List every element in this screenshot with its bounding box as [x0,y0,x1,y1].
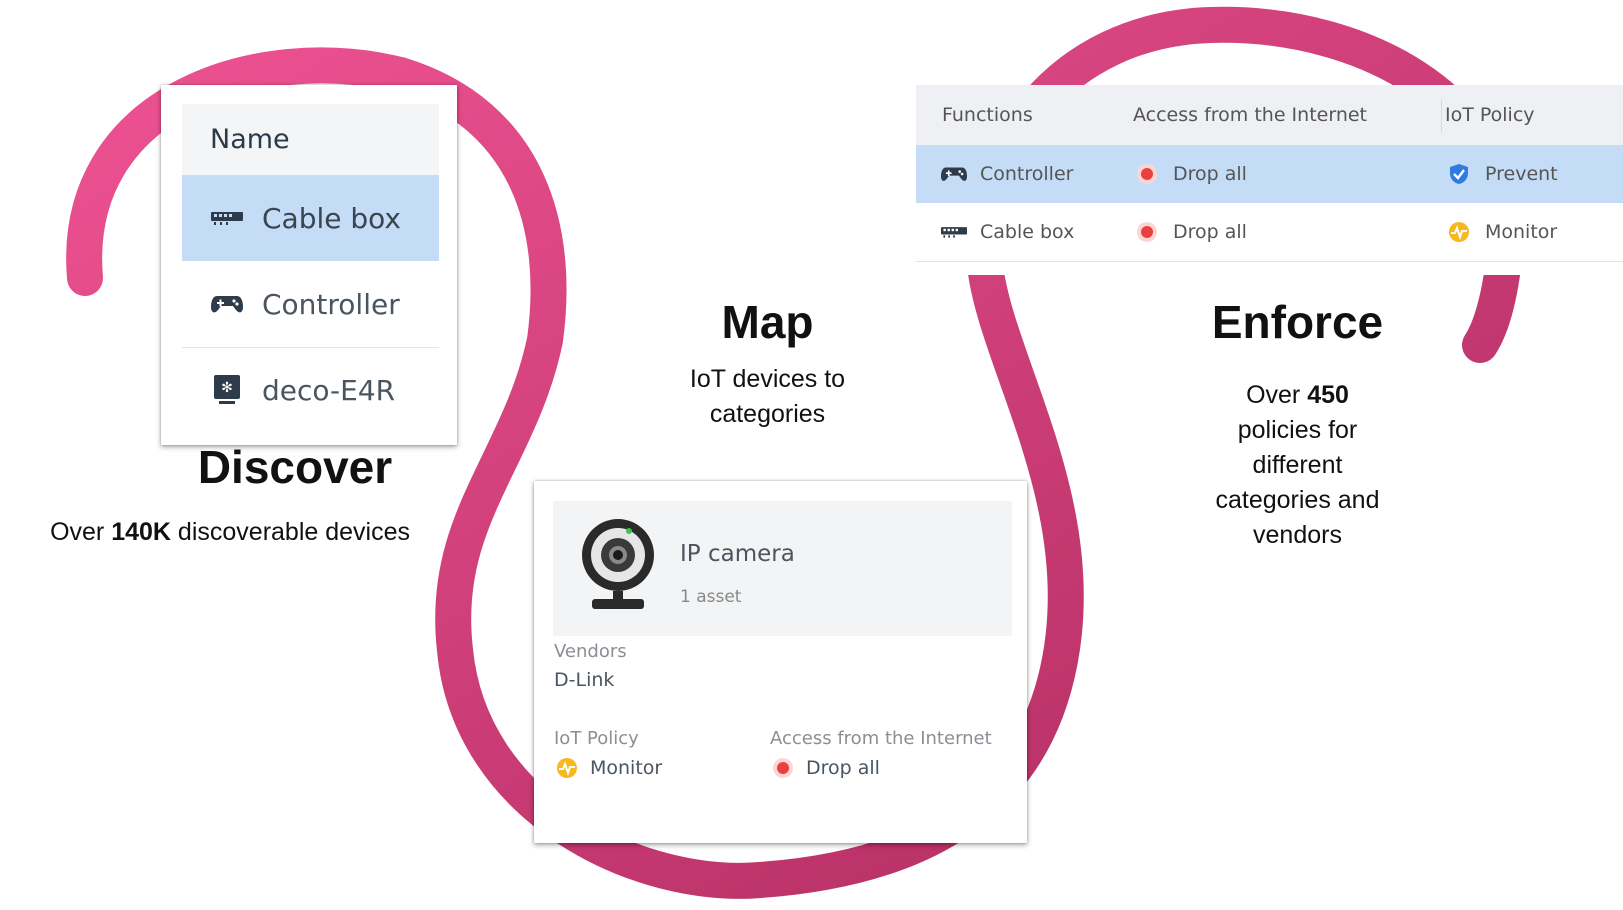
discover-heading: Discover [197,441,393,493]
device-label: deco-E4R [262,373,396,407]
discover-description: Over 140K discoverable devices [50,518,410,546]
asset-count: 1 asset [680,587,742,607]
shield-check-icon [1445,163,1473,185]
pulse-icon [1445,221,1473,243]
table-row[interactable]: Controller Drop all Prevent [916,145,1623,203]
enforce-policy-table: Functions Access from the Internet IoT P… [912,85,1623,275]
column-functions[interactable]: Functions [942,104,1033,126]
access-value[interactable]: Drop all [770,757,880,779]
drop-icon [770,757,796,779]
access-value: Drop all [1173,221,1247,243]
device-row-cable-box[interactable]: Cable box [182,175,439,261]
table-row[interactable]: Cable box Drop all Monitor [916,203,1623,261]
router-icon: ✻ [210,375,244,404]
enforce-heading: Enforce [1211,296,1384,348]
policy-value: Monitor [1485,221,1558,243]
category-summary[interactable]: IP camera 1 asset [553,501,1012,636]
table-header: Functions Access from the Internet IoT P… [916,85,1623,145]
cable-box-icon [210,206,244,230]
device-row-deco[interactable]: ✻ deco-E4R [182,347,439,433]
vendors-label: Vendors [554,641,627,662]
discover-device-list: Name Cable box Controller ✻ deco-E4R [161,85,457,445]
access-label: Access from the Internet [770,728,992,749]
function-label: Controller [980,163,1074,185]
category-title: IP camera [680,541,795,567]
access-value: Drop all [1173,163,1247,185]
vendors-value: D-Link [554,669,615,691]
webcam-icon [582,519,654,609]
gamepad-icon [210,292,244,316]
svg-text:✻: ✻ [221,380,233,396]
iot-policy-label: IoT Policy [554,728,639,749]
cable-box-icon [940,221,968,243]
column-access[interactable]: Access from the Internet [1133,104,1367,126]
function-label: Cable box [980,221,1075,243]
map-description: IoT devices to categories [689,365,846,428]
name-column-header[interactable]: Name [182,104,439,175]
map-heading: Map [721,296,814,348]
gamepad-icon [940,163,968,185]
iot-policy-value[interactable]: Monitor [554,757,662,779]
policy-value: Prevent [1485,163,1558,185]
device-label: Controller [262,287,400,321]
map-category-card: IP camera 1 asset Vendors D-Link IoT Pol… [534,481,1027,843]
pulse-icon [554,757,580,779]
enforce-description: Over 450 policies for different categori… [1215,381,1380,549]
drop-icon [1133,221,1161,243]
device-label: Cable box [262,201,402,235]
device-row-controller[interactable]: Controller [182,261,439,347]
column-iot-policy[interactable]: IoT Policy [1445,104,1535,126]
drop-icon [1133,163,1161,185]
